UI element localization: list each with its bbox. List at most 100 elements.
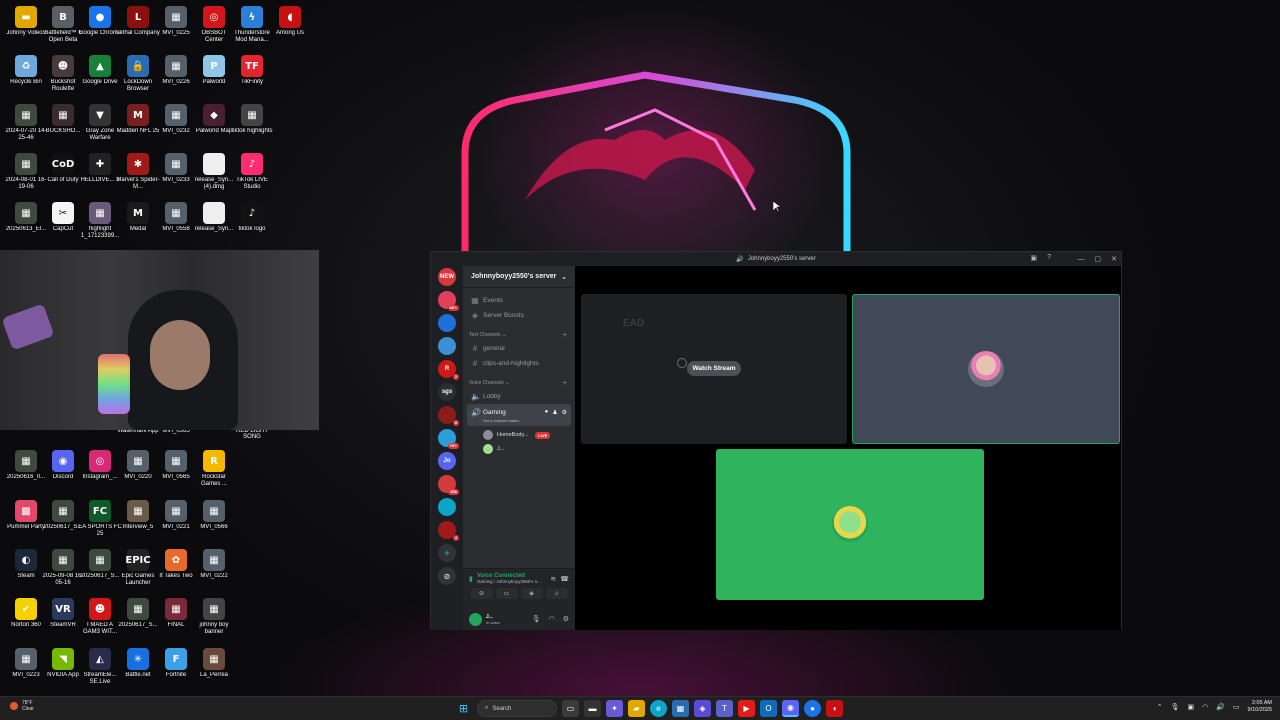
server-icon[interactable]: 4 (438, 521, 459, 541)
activity-button[interactable]: ◈ (520, 588, 543, 599)
volume-icon[interactable]: 🔊 (1216, 703, 1225, 711)
desktop-icon[interactable]: TF TikFinity (230, 55, 274, 101)
desktop-icon[interactable]: ▦ MVI_0566 (192, 500, 236, 546)
hash-icon: # (472, 359, 478, 368)
task-view-icon[interactable]: ▭ (562, 700, 579, 717)
app-icon: ✱ (127, 153, 149, 175)
desktop-icon[interactable]: ▦ johnny boy banner (192, 598, 236, 644)
participant-tile[interactable] (716, 449, 984, 600)
stream-tile[interactable]: EAD Watch Stream (581, 294, 847, 444)
server-icon[interactable]: 7K+ (438, 429, 459, 449)
voice-channel-gaming[interactable]: 🔊 Gaming ● ♟ ⚙ Set a channel status (467, 404, 571, 426)
server-icon[interactable] (438, 498, 456, 516)
discover-icon[interactable]: ⊘ (438, 567, 456, 585)
weather-widget[interactable]: 78°F Clear (10, 700, 34, 712)
add-channel-icon[interactable]: + (563, 380, 567, 387)
voice-user[interactable]: HomeBody... LIVE (463, 428, 575, 442)
inbox-icon[interactable]: ▣ (1030, 254, 1037, 262)
microphone-icon[interactable]: 🎙 (1171, 703, 1180, 711)
avatar[interactable] (469, 612, 482, 626)
participant-tile[interactable] (852, 294, 1120, 444)
microphone-icon[interactable]: 🎙 (532, 615, 541, 623)
soundboard-button[interactable]: ♫ (545, 588, 568, 599)
camera-button[interactable]: ⊘ (470, 588, 493, 599)
discord-window[interactable]: 🔊 Johnnyboyy2550's server ▣ ? — ▢ ✕ NEW 9… (430, 251, 1122, 630)
server-icon[interactable]: 536 (438, 475, 459, 495)
category-voice-channels[interactable]: Voice Channels ⌄ + (463, 377, 575, 389)
gear-icon[interactable]: ⚙ (563, 615, 569, 623)
settings-icon[interactable]: ⚙ (562, 409, 567, 416)
watch-stream-button[interactable]: Watch Stream (687, 361, 741, 376)
desktop-icon[interactable]: ▦ MVI_0222 (192, 549, 236, 595)
disconnect-icon[interactable]: ☎ (560, 575, 569, 583)
voice-user[interactable]: J... (463, 442, 575, 456)
server-icon[interactable]: NEW (438, 268, 456, 286)
desktop-icon[interactable]: ♪ TikTok LIVE Studio (230, 153, 274, 199)
server-label: Jo (443, 458, 451, 464)
menu-item-server-boosts[interactable]: ◈ Server Boosts (463, 308, 575, 323)
server-icon[interactable] (438, 337, 456, 355)
add-channel-icon[interactable]: + (563, 332, 567, 339)
taskbar-search[interactable]: ⌕ Search (477, 700, 557, 717)
start-icon[interactable]: ⊞ (455, 700, 472, 717)
wifi-icon[interactable]: ◠ (1202, 703, 1208, 711)
app-icon: TF (241, 55, 263, 77)
minimize-button[interactable]: — (1078, 256, 1085, 263)
menu-item-events[interactable]: ▦ Events (463, 293, 575, 308)
server-name: Johnnyboyy2550's server (471, 273, 557, 280)
help-icon[interactable]: ? (1047, 254, 1051, 262)
add-member-icon[interactable]: ♟ (552, 409, 557, 416)
file-explorer-icon[interactable]: ▬ (584, 700, 601, 717)
photos-icon[interactable]: ◈ (694, 700, 711, 717)
taskbar-apps: ⊞ ⌕ Search ▭ ▬ ✦ ▰ e ▦ ◈ T ▶ O ◉ ● ◖ (455, 700, 843, 717)
desktop-icon[interactable]: ♪ tiktok logo (230, 202, 274, 248)
copilot-icon[interactable]: ✦ (606, 700, 623, 717)
headphones-icon[interactable]: ◠ (549, 615, 555, 623)
signal-icon[interactable]: ▮ (469, 575, 473, 583)
store-icon[interactable]: ▦ (672, 700, 689, 717)
youtube-icon[interactable]: ▶ (738, 700, 755, 717)
discord-taskbar-icon[interactable]: ◉ (782, 700, 799, 717)
server-icon[interactable] (438, 314, 456, 332)
user-status: In voice (486, 619, 500, 625)
server-icon[interactable]: 9K+ (438, 291, 459, 311)
server-icon[interactable]: sgs (438, 383, 456, 401)
notification-badge: 536 (448, 489, 459, 495)
app-icon: ▦ (165, 598, 187, 620)
discord-titlebar[interactable]: 🔊 Johnnyboyy2550's server ▣ ? — ▢ ✕ (431, 252, 1121, 266)
voice-channel-lobby[interactable]: 🔈 Lobby (463, 389, 575, 404)
folder-icon[interactable]: ▰ (628, 700, 645, 717)
channel-general[interactable]: # general (463, 341, 575, 356)
game-icon[interactable]: ◖ (826, 700, 843, 717)
channel-clips-and-highlights[interactable]: # clips-and-highlights (463, 356, 575, 371)
app-icon: ▦ (89, 202, 111, 224)
server-icon[interactable]: Jo (438, 452, 456, 470)
desktop-icon[interactable]: ▦ La_Perrea (192, 648, 236, 694)
noise-suppression-icon[interactable]: ≋ (550, 575, 556, 583)
close-button[interactable]: ✕ (1111, 255, 1117, 263)
teams-icon[interactable]: T (716, 700, 733, 717)
calendar-icon: ▦ (471, 296, 479, 305)
battery-icon[interactable]: ▭ (1233, 703, 1240, 711)
desktop-icon[interactable]: ▦ tiktok highlights (230, 104, 274, 150)
outlook-icon[interactable]: O (760, 700, 777, 717)
screen-share-button[interactable]: ▭ (495, 588, 518, 599)
channel-status[interactable]: Set a channel status (471, 418, 519, 423)
desktop-icon[interactable]: ◖ Among Us (268, 6, 312, 52)
server-header[interactable]: Johnnyboyy2550's server ⌄ (463, 266, 575, 288)
maximize-button[interactable]: ▢ (1095, 255, 1102, 263)
server-icon[interactable]: 8 (438, 406, 459, 426)
edge-icon[interactable]: e (650, 700, 667, 717)
chevron-up-icon[interactable]: ⌃ (1157, 703, 1163, 711)
desktop-icon[interactable]: R Rockstar Games ... (192, 450, 236, 496)
clock[interactable]: 2:05 AM 9/10/2025 (1248, 700, 1272, 714)
chat-icon[interactable]: ● (545, 409, 549, 415)
category-text-channels[interactable]: Text Channels ⌄ + (463, 329, 575, 341)
add-server-icon[interactable]: + (438, 544, 456, 562)
server-icon[interactable]: R2 (438, 360, 459, 380)
app-icon: M (127, 104, 149, 126)
app-tray-icon[interactable]: ▣ (1187, 703, 1194, 711)
voice-location[interactable]: Gaming / Johnnyboyy2550's s... (477, 579, 547, 584)
app-icon: ✿ (165, 549, 187, 571)
chrome-icon[interactable]: ● (804, 700, 821, 717)
